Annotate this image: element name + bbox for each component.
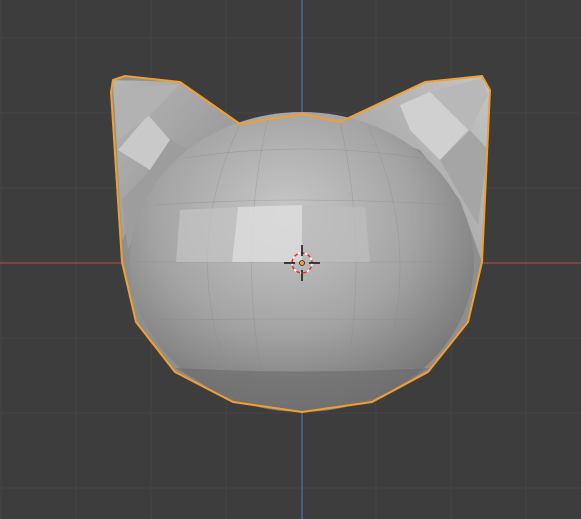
origin-dot <box>299 260 305 266</box>
3d-viewport[interactable] <box>0 0 581 519</box>
cat-head-mesh[interactable] <box>110 75 491 413</box>
viewport-canvas[interactable] <box>0 0 581 519</box>
highlight-facet <box>176 207 238 262</box>
shadow-facet <box>175 368 430 412</box>
highlight-facet <box>302 205 370 262</box>
highlight-facet <box>232 205 302 262</box>
